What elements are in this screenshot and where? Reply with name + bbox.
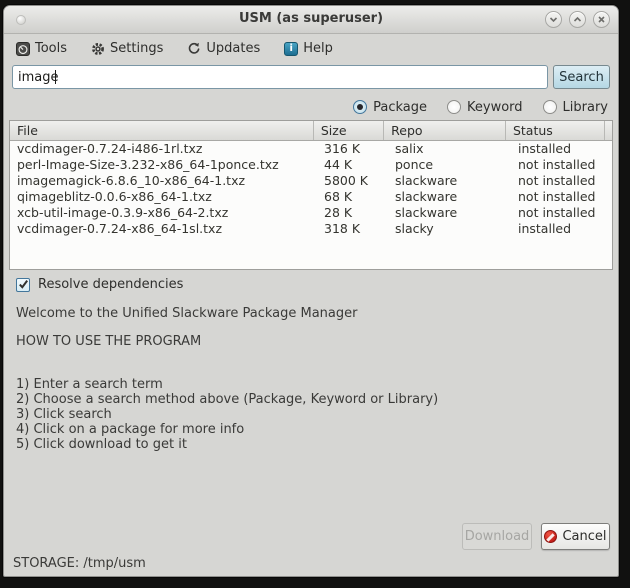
- search-input[interactable]: [12, 65, 548, 89]
- cell-status[interactable]: not installed: [511, 205, 611, 221]
- menu-updates-label: Updates: [206, 41, 261, 56]
- cell-size[interactable]: 5800 K: [317, 173, 388, 189]
- gear-icon: [92, 42, 104, 55]
- cell-repo[interactable]: slacky: [388, 221, 511, 237]
- menu-tools[interactable]: Tools: [16, 41, 67, 56]
- radio-selected-icon: [353, 100, 368, 114]
- cell-file[interactable]: perl-Image-Size-3.232-x86_64-1ponce.txz: [10, 157, 317, 173]
- cell-repo[interactable]: ponce: [388, 157, 511, 173]
- cell-status[interactable]: not installed: [511, 189, 611, 205]
- cancel-button-label: Cancel: [562, 529, 607, 544]
- cell-repo[interactable]: slackware: [388, 189, 511, 205]
- close-icon: [598, 16, 605, 23]
- gauge-icon: [16, 41, 30, 56]
- cell-file[interactable]: vcdimager-0.7.24-x86_64-1sl.txz: [10, 221, 317, 237]
- column-header-status[interactable]: Status: [506, 121, 605, 140]
- table-header: File Size Repo Status: [10, 121, 612, 141]
- howto-step: 2) Choose a search method above (Package…: [16, 392, 439, 407]
- radio-library[interactable]: Library: [542, 99, 608, 115]
- menu-help-label: Help: [303, 41, 333, 56]
- chevron-up-icon: [573, 16, 582, 22]
- action-buttons: Download Cancel: [462, 523, 610, 550]
- cell-file[interactable]: xcb-util-image-0.3.9-x86_64-2.txz: [10, 205, 317, 221]
- cell-size[interactable]: 28 K: [317, 205, 388, 221]
- storage-status: STORAGE: /tmp/usm: [13, 556, 146, 571]
- table-row[interactable]: imagemagick-6.8.6_10-x86_64-1.txz 5800 K…: [10, 173, 612, 189]
- cell-size[interactable]: 316 K: [317, 141, 388, 157]
- cell-size[interactable]: 318 K: [317, 221, 388, 237]
- cell-status[interactable]: installed: [511, 141, 611, 157]
- maximize-button[interactable]: [569, 11, 586, 28]
- howto-step: 5) Click download to get it: [16, 437, 187, 452]
- results-table: File Size Repo Status vcdimager-0.7.24-i…: [9, 120, 613, 270]
- column-header-file[interactable]: File: [10, 121, 314, 140]
- chevron-down-icon: [549, 17, 558, 23]
- cell-status[interactable]: not installed: [511, 173, 611, 189]
- column-header-size[interactable]: Size: [314, 121, 385, 140]
- table-row[interactable]: vcdimager-0.7.24-x86_64-1sl.txz 318 K sl…: [10, 221, 612, 237]
- search-row: Search: [12, 65, 610, 89]
- titlebar[interactable]: USM (as superuser): [4, 6, 618, 34]
- cell-status[interactable]: installed: [511, 221, 611, 237]
- cell-size[interactable]: 68 K: [317, 189, 388, 205]
- column-header-filler: [605, 121, 612, 140]
- howto-step: 4) Click on a package for more info: [16, 422, 245, 437]
- radio-unselected-icon: [542, 100, 557, 114]
- cell-repo[interactable]: salix: [388, 141, 511, 157]
- cell-repo[interactable]: slackware: [388, 173, 511, 189]
- menu-updates[interactable]: Updates: [187, 41, 260, 56]
- table-row[interactable]: qimageblitz-0.0.6-x86_64-1.txz 68 K slac…: [10, 189, 612, 205]
- menubar: Tools Settings Updates i Help: [4, 35, 618, 62]
- table-row[interactable]: xcb-util-image-0.3.9-x86_64-2.txz 28 K s…: [10, 205, 612, 221]
- info-text-area: Welcome to the Unified Slackware Package…: [16, 306, 606, 452]
- shade-button[interactable]: [545, 11, 562, 28]
- table-row[interactable]: perl-Image-Size-3.232-x86_64-1ponce.txz …: [10, 157, 612, 173]
- menu-settings[interactable]: Settings: [91, 41, 163, 56]
- resolve-dependencies-option[interactable]: Resolve dependencies: [16, 277, 183, 292]
- menu-tools-label: Tools: [35, 41, 68, 56]
- resolve-dependencies-label: Resolve dependencies: [38, 277, 184, 292]
- cancel-button[interactable]: Cancel: [541, 523, 610, 550]
- radio-keyword-label: Keyword: [467, 99, 523, 115]
- checkmark-icon: [18, 280, 28, 289]
- menu-settings-label: Settings: [110, 41, 164, 56]
- howto-heading: HOW TO USE THE PROGRAM: [16, 334, 202, 349]
- menu-help[interactable]: i Help: [284, 41, 333, 56]
- cell-file[interactable]: vcdimager-0.7.24-i486-1rl.txz: [10, 141, 317, 157]
- howto-step: 1) Enter a search term: [16, 377, 163, 392]
- cell-repo[interactable]: slackware: [388, 205, 511, 221]
- radio-package[interactable]: Package: [353, 100, 427, 115]
- usm-window: USM (as superuser) Tools Settings Update…: [3, 5, 619, 577]
- search-method-group: Package Keyword Library: [353, 96, 608, 118]
- close-button[interactable]: [593, 11, 610, 28]
- cell-size[interactable]: 44 K: [317, 157, 388, 173]
- cancel-icon: [544, 530, 558, 543]
- info-icon: i: [284, 41, 299, 56]
- table-row[interactable]: vcdimager-0.7.24-i486-1rl.txz 316 K sali…: [10, 141, 612, 157]
- radio-keyword[interactable]: Keyword: [447, 100, 523, 115]
- radio-library-label: Library: [562, 99, 608, 115]
- welcome-text: Welcome to the Unified Slackware Package…: [16, 306, 358, 321]
- search-button[interactable]: Search: [553, 65, 610, 89]
- radio-unselected-icon: [447, 100, 461, 114]
- howto-step: 3) Click search: [16, 407, 112, 422]
- radio-package-label: Package: [373, 99, 427, 115]
- cell-status[interactable]: not installed: [511, 157, 611, 173]
- refresh-icon: [189, 42, 200, 54]
- download-button[interactable]: Download: [462, 523, 532, 550]
- checkbox-checked-icon[interactable]: [16, 277, 30, 292]
- cell-file[interactable]: qimageblitz-0.0.6-x86_64-1.txz: [10, 189, 317, 205]
- cell-file[interactable]: imagemagick-6.8.6_10-x86_64-1.txz: [10, 173, 317, 189]
- column-header-repo[interactable]: Repo: [384, 121, 506, 140]
- window-title: USM (as superuser): [238, 11, 384, 26]
